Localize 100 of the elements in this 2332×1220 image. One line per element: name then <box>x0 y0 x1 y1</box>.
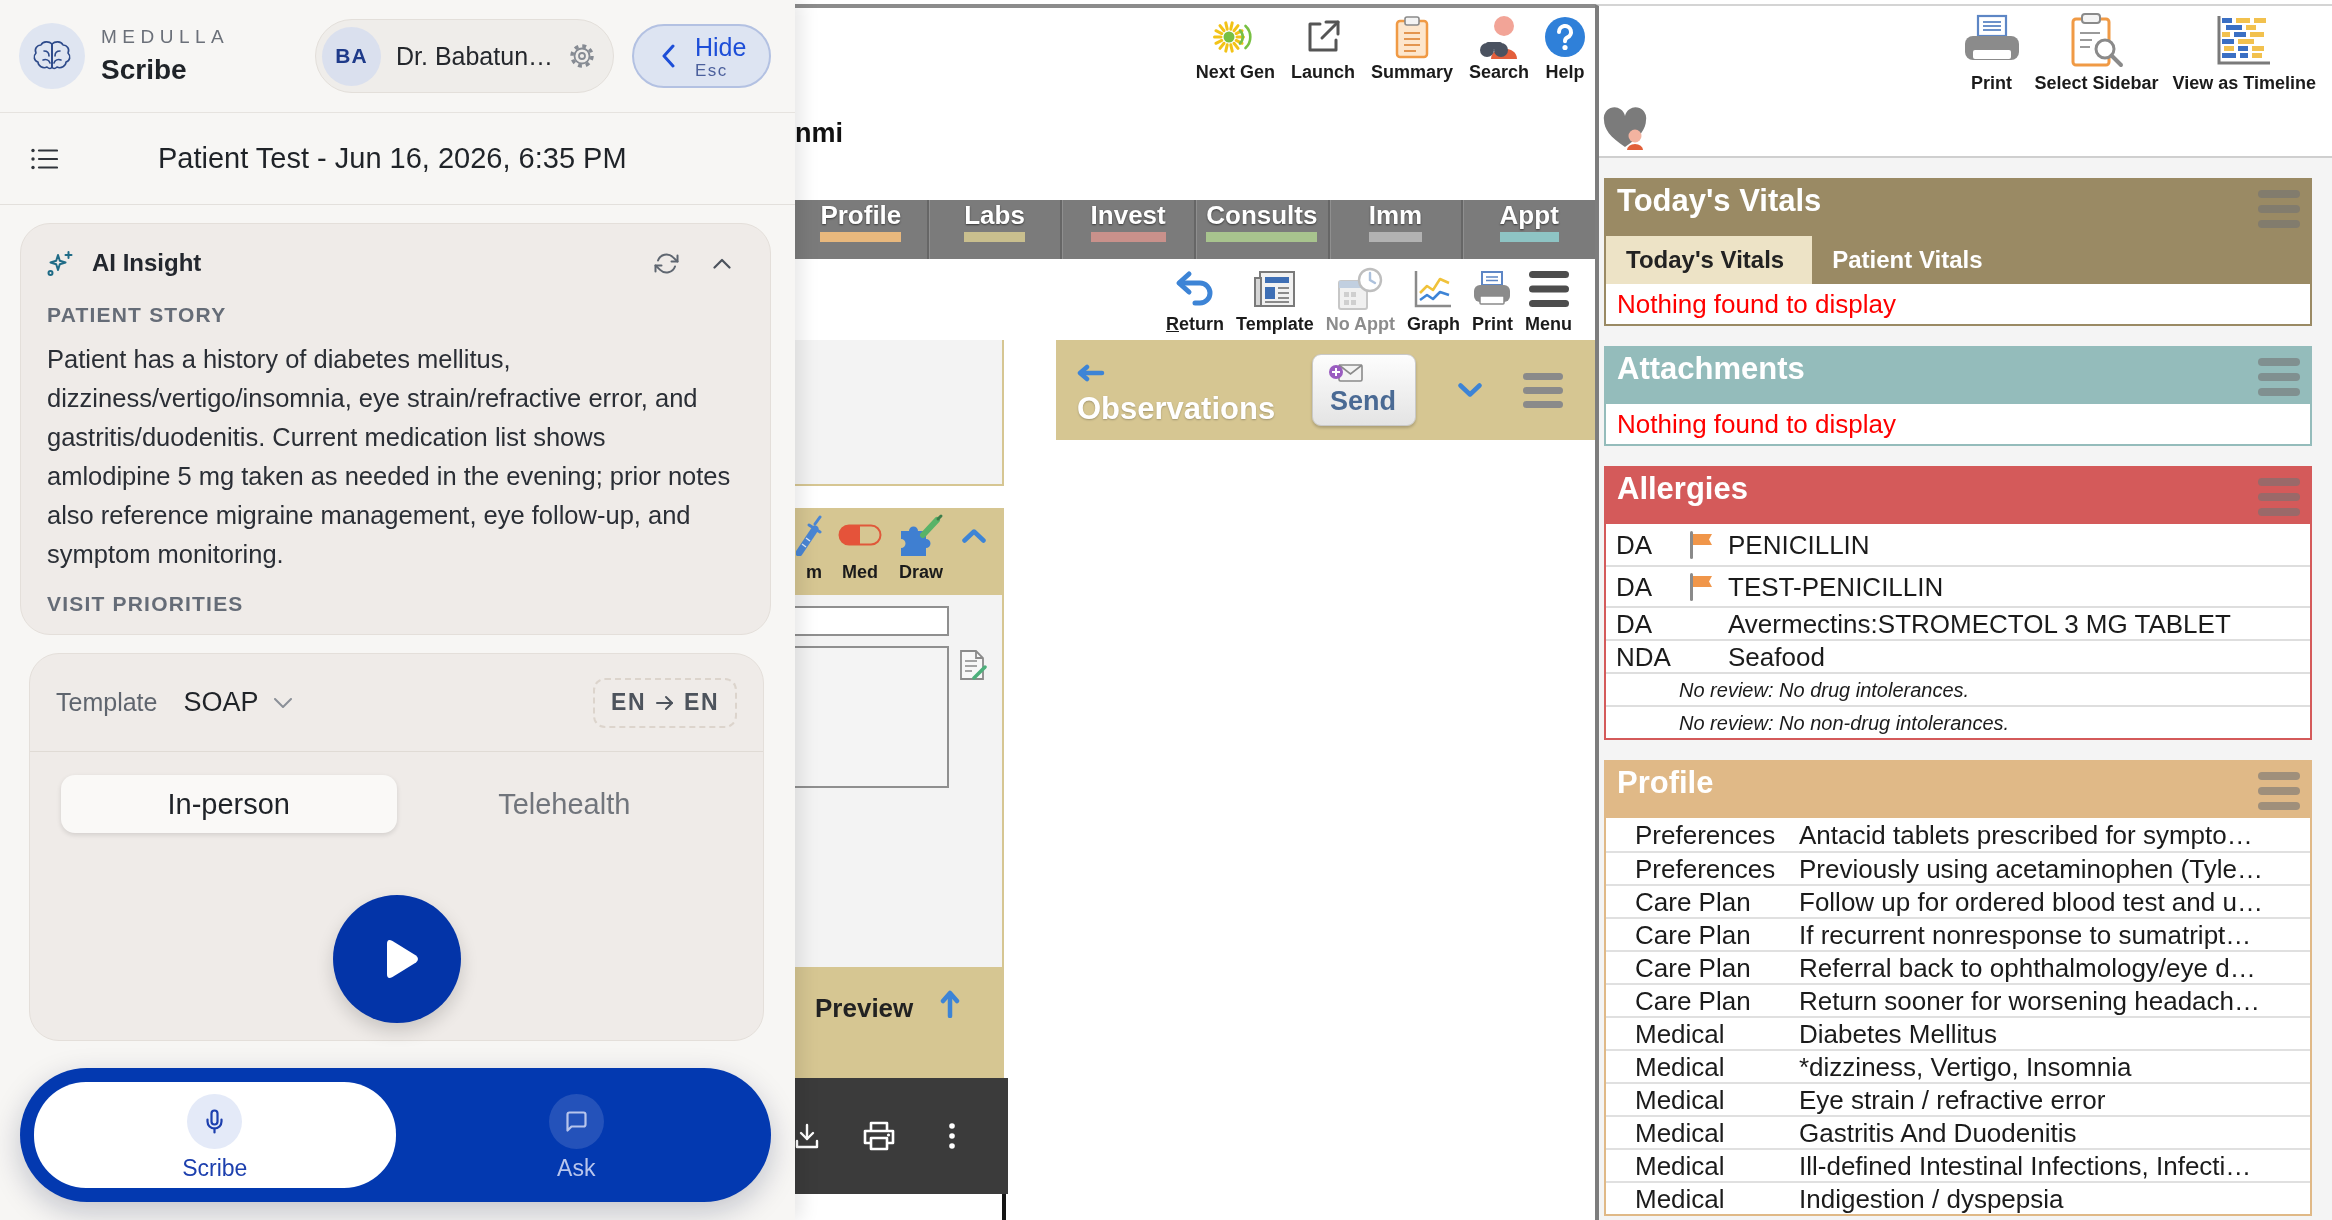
profile-category: Care Plan <box>1635 886 1751 917</box>
allergy-name: Avermectins:STROMECTOL 3 MG TABLET <box>1728 608 2231 639</box>
toolbar-button[interactable]: Return <box>1162 269 1227 335</box>
language-selector[interactable]: EN EN <box>593 677 737 728</box>
profile-entry: Antacid tablets prescribed for sympto… <box>1799 819 2253 850</box>
toolbar-button[interactable]: Template <box>1232 269 1317 335</box>
panel-title: Profile <box>1617 764 1714 802</box>
menu-icon[interactable] <box>1523 372 1563 408</box>
empty-message: Nothing found to display <box>1617 289 1896 319</box>
hide-button[interactable]: Hide Esc <box>632 24 771 88</box>
tool-button[interactable]: Print <box>1962 12 2021 94</box>
printer-icon[interactable] <box>863 1121 895 1151</box>
profile-entry: *dizziness, Vertigo, Insomnia <box>1799 1051 2132 1082</box>
brain-icon <box>19 23 85 89</box>
nav-tab[interactable]: Scribe <box>34 1082 396 1188</box>
chevron-up-icon[interactable] <box>713 257 731 269</box>
download-icon[interactable] <box>795 1123 819 1149</box>
allergy-name: PENICILLIN <box>1728 529 1870 560</box>
tool-button[interactable]: Draw <box>898 514 944 583</box>
chart-tab[interactable]: Consults <box>1194 200 1328 259</box>
tool-button[interactable]: Help <box>1541 15 1589 83</box>
brand-name: MEDULLA <box>101 26 230 48</box>
text-area-field[interactable] <box>795 646 949 788</box>
preview-title: Preview <box>815 993 914 1023</box>
tool-button[interactable]: Launch <box>1286 15 1359 83</box>
sparkle-icon <box>47 249 74 277</box>
tool-button[interactable]: Med <box>838 514 882 583</box>
allergy-type: DA <box>1616 608 1653 639</box>
template-dropdown[interactable]: SOAP <box>183 687 293 718</box>
arrow-up-icon[interactable] <box>940 990 961 1018</box>
tool-button[interactable]: Next Gen <box>1191 15 1279 83</box>
user-chip[interactable]: BA Dr. Babatun… <box>315 19 614 93</box>
tool-button[interactable]: Select Sidebar <box>2034 12 2159 94</box>
chart-tab[interactable]: Invest <box>1060 200 1194 259</box>
profile-entry: Previously using acetaminophen (Tyle… <box>1799 853 2263 884</box>
session-title: Patient Test - Jun 16, 2026, 6:35 PM <box>158 142 627 175</box>
allergy-name: TEST-PENICILLIN <box>1728 571 1944 602</box>
profile-category: Medical <box>1635 1183 1725 1214</box>
chart-tab[interactable]: Imm <box>1327 200 1462 259</box>
send-button[interactable]: Send <box>1312 354 1416 426</box>
arrow-left-icon[interactable] <box>1077 363 1105 382</box>
chat-icon <box>548 1094 604 1149</box>
nav-tab[interactable]: Ask <box>395 1082 757 1188</box>
tool-button[interactable]: Summary <box>1366 15 1457 83</box>
chart-tab[interactable]: Profile <box>795 200 927 259</box>
tool-button[interactable]: Search <box>1464 15 1533 83</box>
toolbar-button[interactable]: Print <box>1469 269 1516 335</box>
chevron-down-icon[interactable] <box>1458 383 1482 397</box>
list-icon[interactable] <box>31 147 58 170</box>
section-heading: VISIT PRIORITIES <box>47 592 244 616</box>
return-arrow-icon <box>1174 270 1215 308</box>
section-title: Observations <box>1077 390 1276 427</box>
note-text: No review: No drug intolerances. <box>1679 677 1970 702</box>
chart-tab[interactable]: Labs <box>926 200 1061 259</box>
menu-icon <box>1528 271 1569 307</box>
profile-entry: Indigestion / dyspepsia <box>1799 1183 2064 1214</box>
input-field[interactable] <box>795 606 949 636</box>
template-label: Template <box>56 688 158 717</box>
panel-title: Today's Vitals <box>1617 182 1822 220</box>
panel-tab[interactable]: Today's Vitals <box>1606 236 1813 284</box>
profile-category: Care Plan <box>1635 952 1751 983</box>
document-edit-icon[interactable] <box>959 649 987 681</box>
profile-category: Medical <box>1635 1084 1725 1115</box>
insight-title: AI Insight <box>92 249 202 277</box>
profile-entry: Return sooner for worsening headach… <box>1799 985 2261 1016</box>
line-chart-icon <box>1413 269 1454 309</box>
arrow-right-icon <box>656 694 675 711</box>
syringe-icon <box>796 514 822 556</box>
tool-button[interactable]: m <box>795 514 822 583</box>
clipboard-search-icon <box>2069 11 2124 69</box>
help-icon <box>1545 17 1585 57</box>
user-avatar: BA <box>322 26 381 86</box>
profile-entry: Referral back to ophthalmology/eye d… <box>1799 952 2256 983</box>
toolbar-button[interactable]: Graph <box>1403 269 1463 335</box>
menu-icon[interactable] <box>2258 358 2300 396</box>
allergy-type: DA <box>1616 571 1653 602</box>
newspaper-icon <box>1252 269 1297 309</box>
profile-entry: Gastritis And Duodenitis <box>1799 1117 2077 1148</box>
timeline-icon <box>2216 14 2273 66</box>
profile-category: Care Plan <box>1635 919 1751 950</box>
more-icon[interactable] <box>949 1123 955 1149</box>
menu-icon[interactable] <box>2258 772 2300 810</box>
product-name: Scribe <box>101 54 187 86</box>
profile-category: Preferences <box>1635 853 1776 884</box>
heart-person-icon <box>1602 107 1648 151</box>
tool-button[interactable]: View as Timeline <box>2172 12 2316 94</box>
toolbar-button[interactable]: Menu <box>1522 269 1575 335</box>
settings-icon[interactable] <box>569 43 595 69</box>
mode-tab[interactable]: In-person <box>61 775 397 833</box>
panel-title: Attachments <box>1617 350 1805 388</box>
refresh-icon[interactable] <box>654 250 679 276</box>
profile-entry: Eye strain / refractive error <box>1799 1084 2106 1115</box>
mode-tab[interactable]: Telehealth <box>396 775 732 833</box>
user-name: Dr. Babatun… <box>396 41 554 71</box>
chevron-left-icon <box>661 44 675 68</box>
profile-entry: If recurrent nonresponse to sumatript… <box>1799 919 2252 950</box>
profile-category: Medical <box>1635 1018 1725 1049</box>
section-text: Patient has a history of diabetes mellitus, dizziness/vertigo/insomnia, eye strain/refractive error, and gastritis/duodenitis. Current medication list shows amlodipine 5 mg taken as needed in the evening; prior notes also reference migraine management, eye follow-up, and symptom monitoring. <box>47 344 732 570</box>
profile-category: Medical <box>1635 1150 1725 1181</box>
empty-message: Nothing found to display <box>1617 409 1896 439</box>
